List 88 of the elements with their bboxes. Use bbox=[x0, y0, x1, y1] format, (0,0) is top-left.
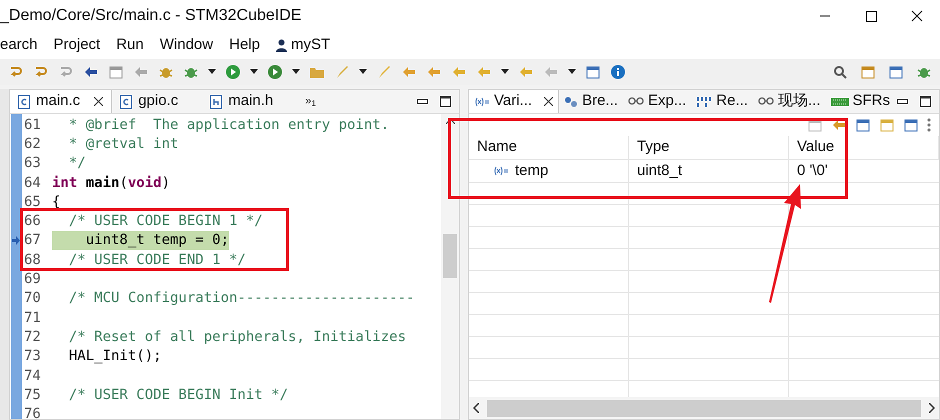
close-icon[interactable] bbox=[544, 97, 554, 106]
person-icon bbox=[276, 38, 287, 52]
window-icon[interactable] bbox=[888, 64, 904, 80]
maximize-icon[interactable] bbox=[920, 96, 931, 107]
line-number: 71 bbox=[23, 310, 42, 325]
code-line: int main(void) bbox=[52, 174, 170, 192]
line-number: 74 bbox=[23, 368, 42, 382]
close-icon[interactable] bbox=[94, 97, 104, 106]
minimize-icon[interactable] bbox=[417, 98, 428, 104]
menu-item[interactable]: Window bbox=[160, 34, 214, 56]
menu-item[interactable]: Run bbox=[116, 34, 144, 56]
play-icon[interactable] bbox=[267, 64, 283, 80]
window-icon[interactable] bbox=[860, 64, 876, 80]
caret-icon[interactable] bbox=[250, 69, 258, 75]
caret-icon[interactable] bbox=[501, 69, 509, 75]
line-number: 72 bbox=[23, 330, 42, 344]
line-number: 64 bbox=[23, 176, 42, 190]
code-line: * @retval int bbox=[68, 134, 178, 154]
c-file-icon bbox=[18, 94, 30, 108]
scroll-right-icon[interactable] bbox=[929, 403, 935, 413]
tab-overflow[interactable]: »$_{1}$ bbox=[305, 93, 316, 110]
line-number: 63 bbox=[23, 156, 42, 170]
line-number: 68 bbox=[23, 252, 42, 267]
binary-icon bbox=[696, 96, 712, 108]
line-number: 62 bbox=[23, 136, 42, 151]
search-icon[interactable] bbox=[832, 64, 848, 80]
line-number: 73 bbox=[23, 349, 42, 364]
menu-item[interactable]: Help bbox=[229, 34, 260, 56]
maximize-icon[interactable] bbox=[440, 96, 451, 107]
scrollbar-thumb[interactable] bbox=[487, 400, 921, 416]
code-line: /* MCU Configuration--------------------- bbox=[68, 289, 414, 308]
menu-item[interactable]: myST bbox=[276, 34, 330, 56]
glasses-icon bbox=[628, 96, 644, 108]
view-tab[interactable]: SFRs bbox=[826, 90, 895, 113]
scroll-up-icon[interactable] bbox=[446, 118, 454, 124]
window-icon[interactable] bbox=[855, 117, 871, 133]
info-icon[interactable] bbox=[610, 64, 626, 80]
table-cell-text: temp bbox=[515, 161, 548, 181]
view-tab[interactable]: Exp... bbox=[622, 90, 692, 113]
window-icon[interactable] bbox=[108, 64, 124, 80]
window-icon[interactable] bbox=[903, 117, 919, 133]
caret-icon[interactable] bbox=[292, 69, 300, 75]
glasses-icon bbox=[758, 96, 774, 108]
dots-icon bbox=[564, 96, 578, 108]
line-number: 69 bbox=[23, 272, 42, 286]
view-tab[interactable]: 现场... bbox=[752, 90, 826, 113]
play-icon[interactable] bbox=[225, 64, 241, 80]
view-tab[interactable]: Vari... bbox=[469, 90, 560, 113]
column-header[interactable]: Name bbox=[477, 136, 518, 159]
scrollbar-thumb[interactable] bbox=[443, 234, 457, 278]
caret-icon[interactable] bbox=[208, 69, 216, 75]
chip-icon bbox=[830, 96, 848, 106]
code-line: HAL_Init(); bbox=[68, 347, 162, 366]
caret-icon[interactable] bbox=[568, 69, 576, 75]
line-number: 76 bbox=[23, 407, 42, 419]
column-header[interactable]: Value bbox=[797, 136, 834, 159]
header-file-icon bbox=[210, 94, 222, 108]
scroll-left-icon[interactable] bbox=[473, 403, 479, 413]
code-line: /* USER CODE BEGIN Init */ bbox=[68, 386, 288, 404]
code-line: /* Reset of all peripherals, Initializes bbox=[68, 328, 406, 347]
variable-icon bbox=[474, 96, 490, 106]
variable-icon bbox=[493, 166, 509, 176]
line-number: 70 bbox=[23, 291, 42, 306]
code-line: /* USER CODE END 1 */ bbox=[68, 250, 246, 270]
line-number: 65 bbox=[23, 194, 42, 209]
code-line: */ bbox=[68, 154, 86, 173]
window-title: _Demo/Core/Src/main.c - STM32CubeIDE bbox=[0, 6, 302, 26]
view-tab[interactable]: Bre... bbox=[559, 90, 623, 113]
code-line: { bbox=[52, 192, 60, 212]
line-number: 66 bbox=[23, 214, 42, 228]
menu-item[interactable]: earch bbox=[0, 34, 38, 56]
code-line: * @brief The application entry point. bbox=[68, 116, 390, 134]
minimize-icon[interactable] bbox=[897, 98, 908, 104]
table-cell-text: uint8_t bbox=[637, 161, 682, 181]
table-cell-text: 0 '\0' bbox=[797, 161, 828, 181]
column-header[interactable]: Type bbox=[637, 136, 670, 159]
view-tab[interactable]: Re... bbox=[691, 90, 753, 113]
c-file-icon bbox=[120, 94, 132, 108]
menu-item[interactable]: Project bbox=[54, 34, 100, 56]
more-icon[interactable] bbox=[927, 118, 931, 132]
window-icon[interactable] bbox=[585, 64, 601, 80]
line-number: 61 bbox=[23, 118, 42, 132]
editor-tab[interactable]: main.c bbox=[10, 90, 112, 113]
line-number: 75 bbox=[23, 388, 42, 402]
code-line: /* USER CODE BEGIN 1 */ bbox=[68, 212, 263, 231]
instruction-pointer-icon bbox=[12, 236, 20, 245]
caret-icon[interactable] bbox=[359, 69, 367, 75]
line-number: 67 bbox=[23, 233, 42, 248]
